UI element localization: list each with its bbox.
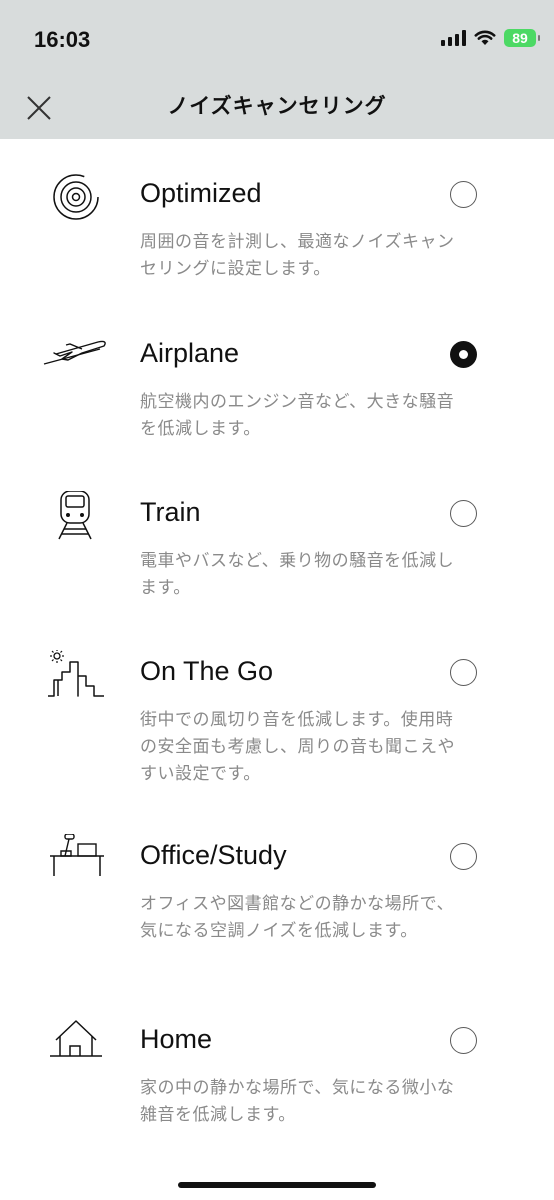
battery-level: 89 (512, 30, 528, 46)
home-icon (50, 1020, 102, 1057)
option-description: 航空機内のエンジン音など、大きな騒音を低減します。 (140, 392, 455, 439)
status-icons: 89 (441, 29, 540, 47)
wifi-icon (474, 30, 496, 45)
train-icon (58, 491, 92, 540)
signal-icon (441, 30, 466, 46)
option-radio[interactable] (450, 1027, 477, 1054)
option-description: 周囲の音を計測し、最適なノイズキャンセリングに設定します。 (140, 232, 455, 279)
option-radio[interactable] (450, 181, 477, 208)
home-indicator[interactable] (178, 1182, 376, 1188)
option-radio-selected[interactable] (450, 341, 477, 368)
header-bar: 16:03 89 ノイズキャンセリング (0, 0, 554, 139)
option-title: Office/Study (140, 840, 287, 870)
option-radio[interactable] (450, 500, 477, 527)
option-title: On The Go (140, 656, 274, 686)
option-description: 街中での風切り音を低減します。使用時の安全面も考慮し、周りの音も聞こえやすい設定… (140, 710, 455, 784)
office-icon (50, 834, 104, 876)
option-title: Home (140, 1024, 213, 1054)
page-title: ノイズキャンセリング (167, 94, 387, 118)
option-description: 家の中の静かな場所で、気になる微小な雑音を低減します。 (140, 1078, 455, 1125)
status-time: 16:03 (34, 27, 91, 52)
option-title: Train (140, 497, 201, 527)
optimized-icon (53, 174, 99, 220)
option-description: 電車やバスなど、乗り物の騒音を低減します。 (140, 551, 455, 598)
option-description: オフィスや図書館などの静かな場所で、気になる空調ノイズを低減します。 (140, 894, 454, 941)
option-radio[interactable] (450, 659, 477, 686)
battery-icon: 89 (504, 29, 540, 47)
airplane-icon (43, 340, 106, 365)
option-radio[interactable] (450, 843, 477, 870)
city-icon (48, 650, 104, 697)
option-title: Optimized (140, 178, 262, 208)
option-title: Airplane (140, 338, 240, 368)
